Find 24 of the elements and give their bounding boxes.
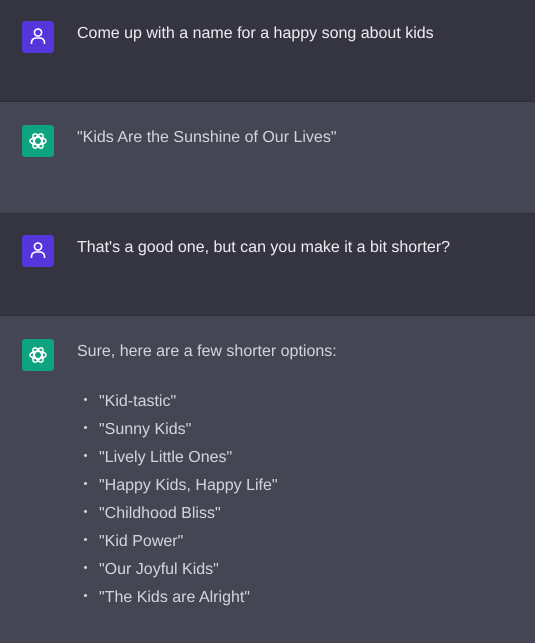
list-item-text: "Lively Little Ones" bbox=[99, 448, 232, 468]
message-text: Sure, here are a few shorter options: bbox=[77, 342, 337, 362]
bullet-icon bbox=[84, 454, 87, 456]
knot-logo-icon bbox=[22, 125, 54, 157]
bullet-icon bbox=[84, 510, 87, 512]
list-item-text: "Kid-tastic" bbox=[99, 392, 176, 412]
list-item-text: "Our Joyful Kids" bbox=[99, 560, 219, 580]
user-avatar-icon bbox=[22, 235, 54, 267]
list-item-text: "The Kids are Alright" bbox=[99, 588, 250, 608]
message-text: "Kids Are the Sunshine of Our Lives" bbox=[77, 128, 336, 148]
user-avatar-icon bbox=[22, 21, 54, 53]
bullet-icon bbox=[84, 398, 87, 400]
knot-logo-icon bbox=[22, 339, 54, 371]
bullet-icon bbox=[84, 482, 87, 484]
list-item-text: "Kid Power" bbox=[99, 532, 184, 552]
message-text: Come up with a name for a happy song about kids bbox=[77, 24, 434, 44]
bullet-icon bbox=[84, 426, 87, 428]
message-text: That's a good one, but can you make it a bit shorter? bbox=[77, 238, 450, 258]
bullet-icon bbox=[84, 538, 87, 540]
list-item-text: "Sunny Kids" bbox=[99, 420, 192, 440]
bullet-icon bbox=[84, 594, 87, 596]
list-item-text: "Happy Kids, Happy Life" bbox=[99, 476, 278, 496]
bullet-icon bbox=[84, 566, 87, 568]
list-item-text: "Childhood Bliss" bbox=[99, 504, 221, 524]
